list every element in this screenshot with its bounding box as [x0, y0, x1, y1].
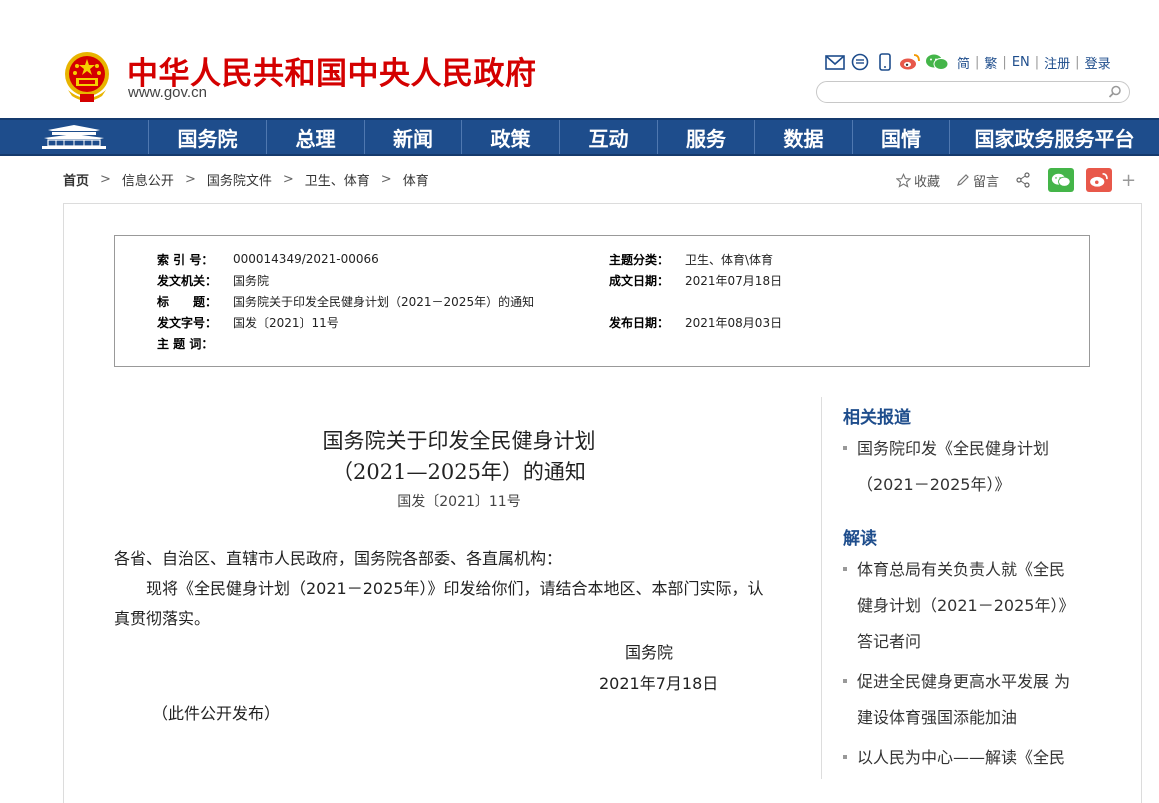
breadcrumb-info-public[interactable]: 信息公开: [122, 170, 174, 189]
bullet-icon: [843, 567, 847, 571]
meta-keywords: 主 题 词：: [157, 336, 214, 351]
interpret-item[interactable]: 以人民为中心——解读《全民: [843, 740, 1093, 776]
separator: |: [1075, 54, 1080, 70]
wechat-icon[interactable]: [924, 52, 950, 72]
breadcrumb-home[interactable]: 首页: [63, 170, 89, 189]
meta-date-made: 成文日期： 2021年07月18日: [609, 273, 783, 288]
related-item[interactable]: 国务院印发《全民健身计划 （2021－2025年）》: [843, 431, 1093, 503]
meta-pub-date: 发布日期： 2021年08月03日: [609, 315, 783, 330]
bullet-icon: [843, 446, 847, 450]
breadcrumb: 首页 > 信息公开 > 国务院文件 > 卫生、体育 > 体育: [63, 170, 429, 189]
more-share-icon[interactable]: +: [1121, 170, 1136, 191]
article-body-line1: 现将《全民健身计划（2021－2025年）》印发给你们，请结合本地区、本部门实际…: [114, 579, 764, 598]
bullet-icon: [843, 679, 847, 683]
article-doc-number: 国发〔2021〕11号: [397, 494, 521, 510]
chevron-right-icon: >: [184, 171, 196, 187]
breadcrumb-health-sports[interactable]: 卫生、体育: [305, 170, 370, 189]
nav-item-policy[interactable]: 政策: [461, 120, 559, 154]
separator: |: [975, 54, 980, 70]
weibo-icon[interactable]: [899, 52, 921, 72]
nav-home-icon[interactable]: [0, 120, 148, 154]
weibo-share-icon[interactable]: [1086, 168, 1113, 192]
pencil-icon: [957, 174, 969, 186]
interpret-item[interactable]: 促进全民健身更高水平发展 为 建设体育强国添能加油: [843, 664, 1093, 736]
meta-topic: 主题分类： 卫生、体育\体育: [609, 252, 774, 267]
search-icon[interactable]: [1107, 84, 1123, 100]
comment-button[interactable]: 留言: [956, 171, 999, 190]
nav-item-premier[interactable]: 总理: [266, 120, 364, 154]
nav-item-service[interactable]: 服务: [657, 120, 754, 154]
login-link[interactable]: 登录: [1085, 53, 1111, 72]
article-signature: 国务院: [625, 643, 674, 662]
mobile-icon[interactable]: [874, 52, 896, 72]
english-link[interactable]: EN: [1012, 55, 1030, 70]
breadcrumb-council-docs[interactable]: 国务院文件: [207, 170, 272, 189]
article-body-line2: 真贯彻落实。: [114, 609, 211, 628]
breadcrumb-sports[interactable]: 体育: [403, 170, 429, 189]
related-heading: 相关报道: [843, 408, 911, 428]
interpret-heading: 解读: [843, 529, 877, 549]
bullet-icon: [843, 755, 847, 759]
collect-button[interactable]: 收藏: [896, 171, 940, 190]
share-bar: 收藏 留言 +: [896, 168, 1136, 192]
nav-item-news[interactable]: 新闻: [364, 120, 461, 154]
column-divider: [821, 397, 822, 779]
nav-item-state-council[interactable]: 国务院: [148, 120, 266, 154]
chevron-right-icon: >: [380, 171, 392, 187]
article-title-line2: （2021—2025年）的通知: [332, 460, 586, 484]
article-salutation: 各省、自治区、直辖市人民政府，国务院各部委、各直属机构：: [114, 549, 563, 568]
separator: |: [1002, 54, 1007, 70]
share-icon[interactable]: [1015, 172, 1034, 188]
meta-issuer: 发文机关： 国务院: [157, 273, 270, 288]
site-header: 中华人民共和国中央人民政府 www.gov.cn 简 | 繁 | EN | 注册…: [0, 0, 1159, 118]
simplified-chinese-link[interactable]: 简: [957, 53, 970, 72]
chevron-right-icon: >: [282, 171, 294, 187]
interpret-item[interactable]: 体育总局有关负责人就《全民 健身计划（2021－2025年）》 答记者问: [843, 552, 1093, 660]
search-box: [816, 81, 1130, 103]
header-tools: 简 | 繁 | EN | 注册 | 登录: [824, 52, 1111, 72]
message-icon[interactable]: [849, 52, 871, 72]
star-icon: [896, 172, 911, 188]
meta-index: 索 引 号： 000014349/2021-00066: [157, 252, 379, 267]
document-metadata: 索 引 号： 000014349/2021-00066 主题分类： 卫生、体育\…: [114, 235, 1090, 367]
nav-item-data[interactable]: 数据: [754, 120, 852, 154]
national-emblem-icon[interactable]: [62, 50, 112, 104]
tool-links: 简 | 繁 | EN | 注册 | 登录: [957, 53, 1111, 72]
wechat-share-icon[interactable]: [1048, 168, 1075, 192]
site-domain[interactable]: www.gov.cn: [128, 84, 207, 101]
meta-doc-number: 发文字号： 国发〔2021〕11号: [157, 315, 339, 330]
register-link[interactable]: 注册: [1044, 53, 1070, 72]
mail-icon[interactable]: [824, 52, 846, 72]
article-public-note: （此件公开发布）: [152, 704, 281, 723]
collect-label: 收藏: [914, 174, 941, 190]
separator: |: [1034, 54, 1040, 70]
nav-item-gov-service-platform[interactable]: 国家政务服务平台: [949, 120, 1159, 154]
nav-item-interaction[interactable]: 互动: [559, 120, 657, 154]
meta-title: 标 题： 国务院关于印发全民健身计划（2021－2025年）的通知: [157, 294, 535, 309]
main-nav: 国务院 总理 新闻 政策 互动 服务 数据 国情 国家政务服务平台: [0, 118, 1159, 156]
comment-label: 留言: [973, 174, 1000, 190]
nav-item-national-info[interactable]: 国情: [852, 120, 949, 154]
search-input[interactable]: [827, 84, 1097, 100]
article-sign-date: 2021年7月18日: [599, 674, 719, 693]
chevron-right-icon: >: [100, 171, 111, 187]
traditional-chinese-link[interactable]: 繁: [984, 53, 997, 72]
article-title-line1: 国务院关于印发全民健身计划: [322, 429, 596, 453]
